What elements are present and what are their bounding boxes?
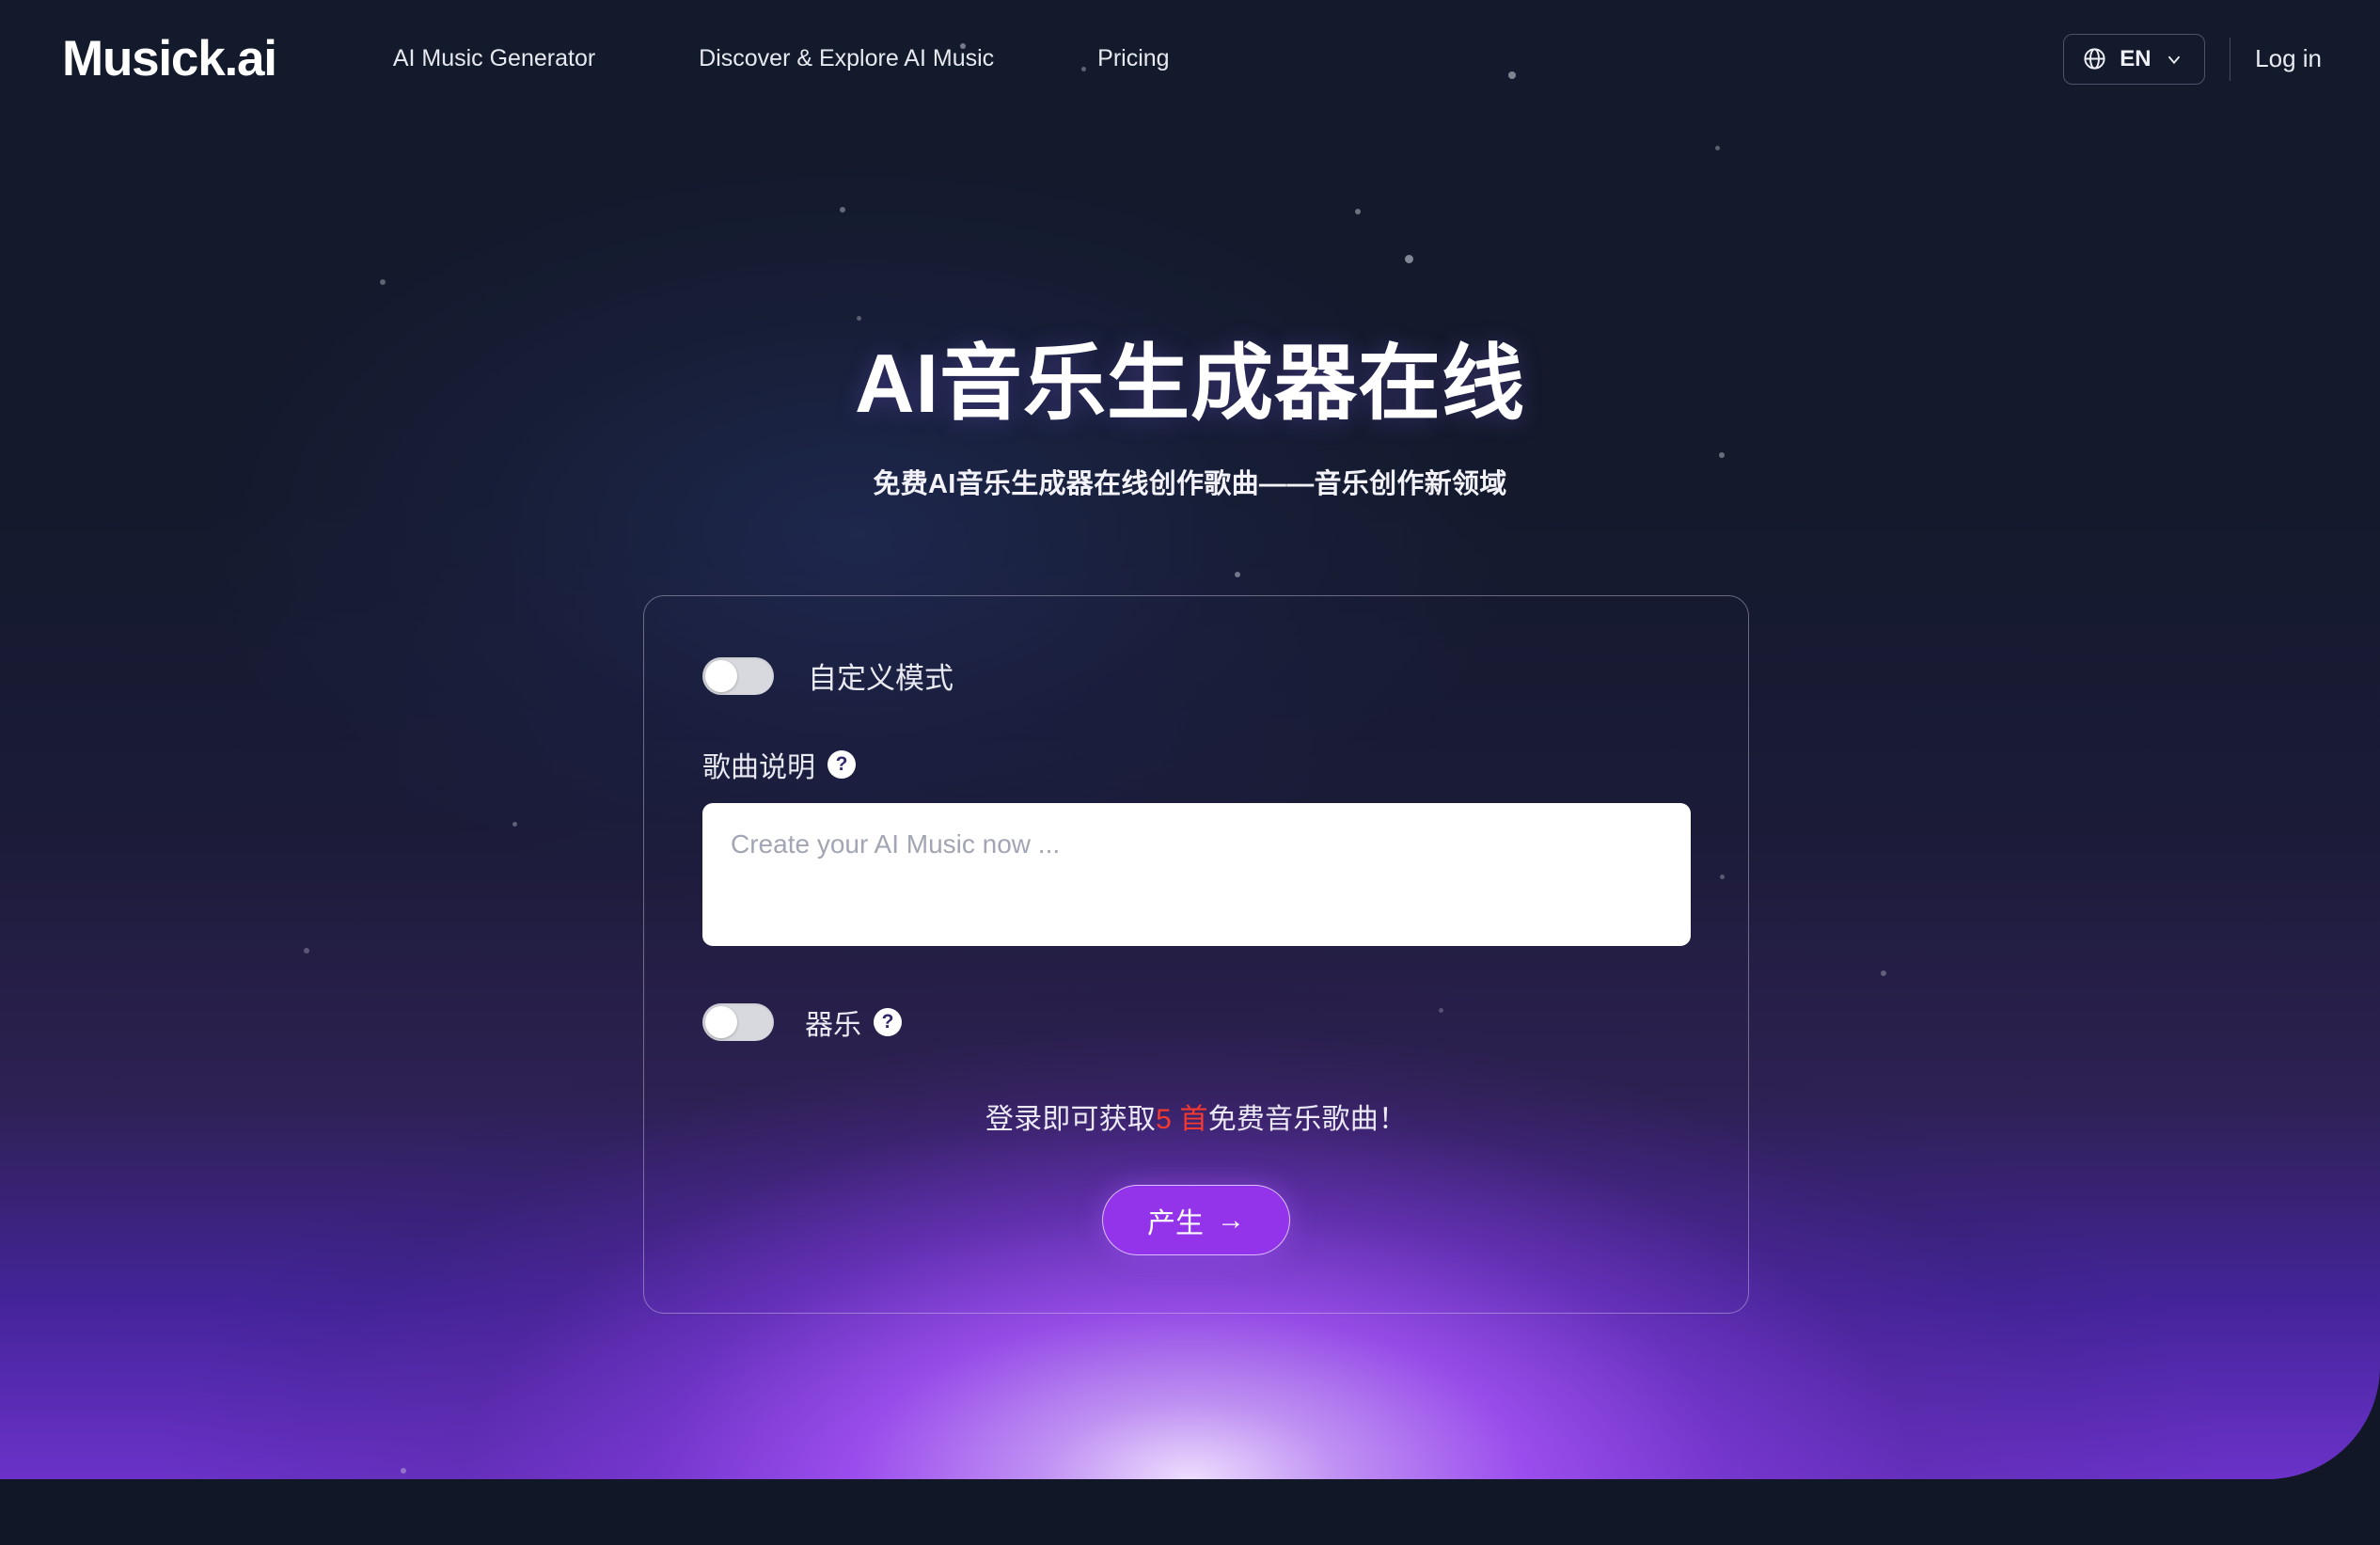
promo-suffix: 免费音乐歌曲！: [1207, 1104, 1408, 1135]
promo-text: 登录即可获取5 首免费音乐歌曲！: [702, 1096, 1690, 1137]
star-dot: [401, 1468, 406, 1474]
toggle-knob: [705, 659, 737, 692]
language-code: EN: [2120, 45, 2151, 71]
star-dot: [380, 279, 386, 285]
question-mark-icon[interactable]: ?: [827, 750, 856, 779]
star-dot: [512, 822, 517, 827]
page-title: AI音乐生成器在线: [854, 337, 1525, 430]
custom-mode-row: 自定义模式: [702, 654, 1690, 697]
arrow-right-icon: →: [1217, 1204, 1245, 1236]
hero-text-block: AI音乐生成器在线 免费AI音乐生成器在线创作歌曲——音乐创作新领域: [0, 339, 2380, 501]
custom-mode-toggle[interactable]: [702, 656, 774, 695]
star-dot: [1715, 146, 1720, 150]
question-mark-icon[interactable]: ?: [874, 1008, 902, 1036]
star-dot: [304, 948, 309, 954]
hero-section: Musick.ai AI Music Generator Discover & …: [0, 0, 2380, 1479]
globe-icon: [2084, 48, 2105, 70]
nav-links: AI Music Generator Discover & Explore AI…: [393, 45, 1170, 72]
top-navigation: Musick.ai AI Music Generator Discover & …: [0, 0, 2380, 118]
music-generator-card: 自定义模式 歌曲说明 ? 器乐 ? 登录即可获取5 首免费音乐歌曲！ 产生: [643, 595, 1749, 1314]
instrumental-toggle[interactable]: [702, 1003, 774, 1041]
promo-highlight: 5 首: [1156, 1104, 1208, 1135]
language-selector[interactable]: EN: [2063, 33, 2205, 85]
chevron-down-icon: [2167, 55, 2180, 64]
song-description-label: 歌曲说明: [702, 752, 815, 783]
generate-button-label: 产生: [1147, 1207, 1204, 1239]
star-dot: [1355, 209, 1361, 214]
song-description-input[interactable]: [702, 803, 1691, 946]
song-description-label-row: 歌曲说明 ?: [702, 744, 1690, 785]
custom-mode-label: 自定义模式: [808, 662, 954, 695]
promo-prefix: 登录即可获取: [985, 1104, 1157, 1135]
instrumental-row: 器乐 ?: [702, 1001, 1690, 1043]
star-dot: [840, 207, 845, 213]
generate-button-wrap: 产生 →: [702, 1185, 1690, 1255]
login-link[interactable]: Log in: [2255, 44, 2322, 73]
star-dot: [857, 316, 861, 321]
star-dot: [1405, 255, 1413, 263]
nav-right-cluster: EN Log in: [2063, 33, 2322, 85]
brand-logo[interactable]: Musick.ai: [62, 34, 277, 84]
star-dot: [1881, 970, 1886, 976]
nav-link-ai-music-generator[interactable]: AI Music Generator: [393, 45, 595, 72]
generate-button[interactable]: 产生 →: [1102, 1185, 1290, 1255]
page-subtitle: 免费AI音乐生成器在线创作歌曲——音乐创作新领域: [873, 469, 1507, 500]
instrumental-label: 器乐: [805, 1010, 861, 1041]
nav-link-discover-explore[interactable]: Discover & Explore AI Music: [699, 45, 994, 72]
toggle-knob: [705, 1006, 737, 1038]
nav-divider: [2229, 37, 2231, 81]
nav-link-pricing[interactable]: Pricing: [1097, 45, 1169, 72]
page-root: Musick.ai AI Music Generator Discover & …: [0, 0, 2380, 1545]
star-dot: [1235, 572, 1240, 577]
